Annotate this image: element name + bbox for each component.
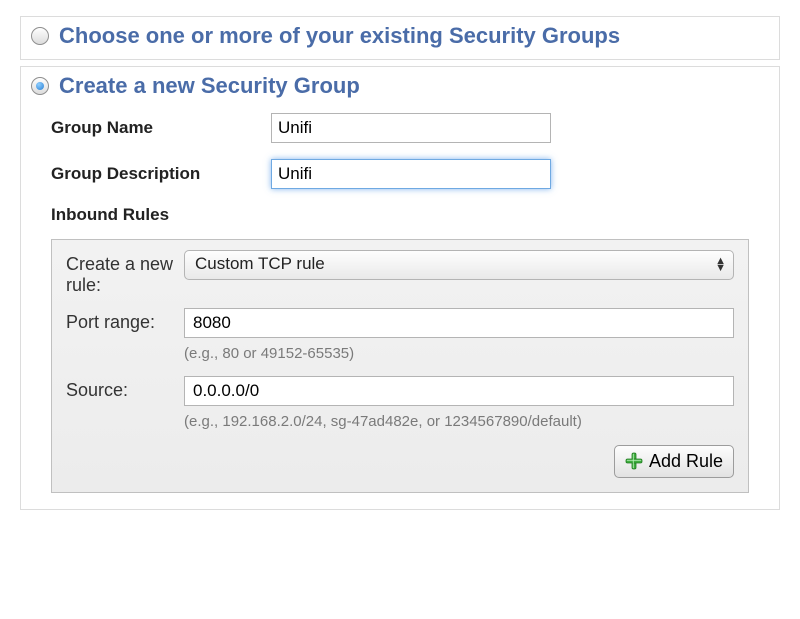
plus-icon: [625, 452, 643, 470]
inbound-rules-panel: Create a new rule: Custom TCP rule ▲▼ Po…: [51, 239, 749, 493]
add-rule-button[interactable]: Add Rule: [614, 445, 734, 478]
title-choose-existing: Choose one or more of your existing Secu…: [59, 23, 620, 49]
input-group-description[interactable]: [271, 159, 551, 189]
section-header-choose-existing[interactable]: Choose one or more of your existing Secu…: [31, 23, 769, 49]
section-header-create-new[interactable]: Create a new Security Group: [31, 73, 769, 99]
row-port-range: Port range: (e.g., 80 or 49152-65535): [66, 308, 734, 364]
label-group-description: Group Description: [51, 164, 271, 184]
add-rule-button-label: Add Rule: [649, 451, 723, 472]
input-source[interactable]: [184, 376, 734, 406]
label-source: Source:: [66, 376, 184, 401]
input-group-name[interactable]: [271, 113, 551, 143]
label-group-name: Group Name: [51, 118, 271, 138]
hint-source: (e.g., 192.168.2.0/24, sg-47ad482e, or 1…: [184, 412, 734, 432]
row-group-name: Group Name: [51, 113, 749, 143]
radio-choose-existing[interactable]: [31, 27, 49, 45]
label-inbound-rules: Inbound Rules: [51, 205, 749, 225]
label-new-rule: Create a new rule:: [66, 250, 184, 296]
create-new-form: Group Name Group Description Inbound Rul…: [31, 99, 769, 499]
radio-create-new[interactable]: [31, 77, 49, 95]
row-add-rule-button: Add Rule: [66, 445, 734, 478]
hint-port-range: (e.g., 80 or 49152-65535): [184, 344, 734, 364]
select-rule-type-value: Custom TCP rule: [184, 250, 734, 280]
row-group-description: Group Description: [51, 159, 749, 189]
section-create-new: Create a new Security Group Group Name G…: [20, 66, 780, 510]
input-port-range[interactable]: [184, 308, 734, 338]
label-port-range: Port range:: [66, 308, 184, 333]
row-source: Source: (e.g., 192.168.2.0/24, sg-47ad48…: [66, 376, 734, 432]
title-create-new: Create a new Security Group: [59, 73, 360, 99]
section-choose-existing: Choose one or more of your existing Secu…: [20, 16, 780, 60]
row-rule-type: Create a new rule: Custom TCP rule ▲▼: [66, 250, 734, 296]
select-rule-type[interactable]: Custom TCP rule ▲▼: [184, 250, 734, 280]
